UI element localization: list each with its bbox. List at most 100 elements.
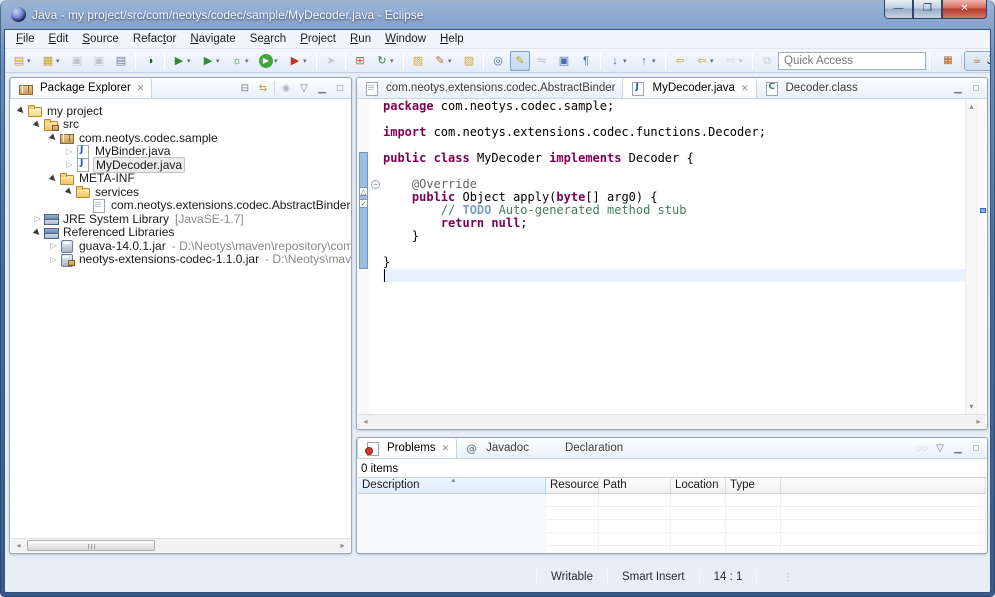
tree-item-my-project[interactable]: ▶my project <box>10 104 351 118</box>
overview-ruler[interactable] <box>978 100 987 414</box>
minimize-editor-icon[interactable]: ▁ <box>951 83 965 94</box>
tree-item-com-neotys-extensions-codec-abstractbinder[interactable]: com.neotys.extensions.codec.AbstractBind… <box>10 199 351 213</box>
code-editor[interactable]: package com.neotys.codec.sample; import c… <box>383 100 965 414</box>
forward-history-button[interactable]: ⇨▾ <box>721 51 748 71</box>
tree-item-neotys-extensions-codec-1-1-0-jar[interactable]: ▷neotys-extensions-codec-1.1.0.jar- D:\N… <box>10 253 351 267</box>
view-tab-javadoc[interactable]: Javadoc <box>457 438 536 458</box>
tree-item-src[interactable]: ▶src <box>10 118 351 132</box>
dropdown-arrow-icon[interactable]: ▾ <box>216 57 223 65</box>
run-button[interactable]: ▶▾ <box>256 51 283 71</box>
block-selection-button[interactable]: ▣ <box>554 51 574 71</box>
dropdown-arrow-icon[interactable]: ▾ <box>274 57 281 65</box>
horizontal-scrollbar[interactable]: ◂ ▸ <box>11 538 350 552</box>
mark-occurrences-button[interactable]: ✎ <box>510 51 530 71</box>
code-line[interactable]: import com.neotys.extensions.codec.funct… <box>383 126 965 139</box>
column-header-description[interactable]: ▴Description <box>358 478 546 493</box>
menu-refactor[interactable]: Refactor <box>126 31 183 47</box>
scroll-left-icon[interactable]: ◂ <box>358 415 373 429</box>
code-line[interactable]: return null; <box>383 217 965 230</box>
new-wizard-button[interactable]: ▤▾ <box>9 51 36 71</box>
override-indicator-icon[interactable]: ✓ <box>359 199 368 208</box>
table-row[interactable] <box>358 546 986 554</box>
dropdown-arrow-icon[interactable]: ▾ <box>710 57 717 65</box>
view-tab-problems[interactable]: Problems✕ <box>357 438 457 458</box>
scroll-left-icon[interactable]: ◂ <box>11 539 26 553</box>
menu-window[interactable]: Window <box>378 31 433 47</box>
occurrence-marker[interactable] <box>980 208 986 213</box>
menu-source[interactable]: Source <box>75 31 125 47</box>
scroll-down-icon[interactable]: ▾ <box>965 400 978 414</box>
dropdown-arrow-icon[interactable]: ▾ <box>56 57 63 65</box>
column-header-type[interactable]: Type <box>726 478 781 493</box>
run-history-button[interactable]: ▶▾ <box>198 51 225 71</box>
neoload-button[interactable]: ◑ <box>140 51 160 71</box>
dropdown-arrow-icon[interactable]: ▾ <box>390 57 397 65</box>
dropdown-arrow-icon[interactable]: ▾ <box>303 57 310 65</box>
code-line[interactable] <box>383 243 965 256</box>
tree-item-com-neotys-codec-sample[interactable]: ▶com.neotys.codec.sample <box>10 131 351 145</box>
debug-button[interactable]: ☼▾ <box>227 51 254 71</box>
dropdown-arrow-icon[interactable]: ▾ <box>739 57 746 65</box>
maximize-view-icon[interactable]: □ <box>969 443 983 454</box>
annotate-button[interactable]: ✎▾ <box>430 51 457 71</box>
tab-package-explorer[interactable]: Package Explorer ✕ <box>10 78 152 98</box>
tree-item-mydecoder-java[interactable]: ▷MyDecoder.java <box>10 158 351 172</box>
close-icon[interactable]: ✕ <box>741 83 749 94</box>
menu-search[interactable]: Search <box>243 31 293 47</box>
close-icon[interactable]: ✕ <box>442 443 450 454</box>
dropdown-arrow-icon[interactable]: ▾ <box>448 57 455 65</box>
code-line[interactable]: package com.neotys.codec.sample; <box>383 100 965 113</box>
folding-ruler[interactable]: − <box>370 100 382 414</box>
drag-handle-icon[interactable]: ⋮ <box>783 572 793 583</box>
annotation-ruler[interactable]: △ ✓ <box>357 100 370 414</box>
java-perspective-button[interactable]: ☕ Java <box>964 51 991 71</box>
restore-button[interactable]: ❐ <box>913 0 942 19</box>
minimize-button[interactable]: — <box>884 0 913 19</box>
open-type-button[interactable]: ⊞ <box>350 51 370 71</box>
menu-project[interactable]: Project <box>293 31 343 47</box>
show-selected-element-button[interactable]: ⇋ <box>532 51 552 71</box>
twistie-closed-icon[interactable]: ▷ <box>64 160 75 169</box>
close-button[interactable]: ✕ <box>942 0 987 19</box>
column-header-location[interactable]: Location <box>671 478 726 493</box>
table-row[interactable] <box>358 507 986 520</box>
quick-access-input[interactable] <box>778 52 926 70</box>
fold-collapse-icon[interactable]: − <box>371 180 380 189</box>
show-whitespace-button[interactable]: ¶ <box>576 51 596 71</box>
menu-edit[interactable]: Edit <box>42 31 76 47</box>
menu-help[interactable]: Help <box>433 31 471 47</box>
open-perspective-button[interactable]: ▦ <box>935 51 961 71</box>
maximize-editor-icon[interactable]: □ <box>969 83 983 94</box>
code-line[interactable]: } <box>383 256 965 269</box>
scroll-right-icon[interactable]: ▸ <box>971 415 986 429</box>
view-menu-icon[interactable]: ▽ <box>297 83 311 94</box>
code-line[interactable]: public class MyDecoder implements Decode… <box>383 152 965 165</box>
save-all-button[interactable]: ▣ <box>89 51 109 71</box>
table-row[interactable] <box>358 533 986 546</box>
scrollbar-thumb[interactable] <box>27 540 155 551</box>
editor-tab-mydecoder-java[interactable]: MyDecoder.java✕ <box>622 78 756 98</box>
new-java-element-button[interactable]: ▦▾ <box>38 51 65 71</box>
implements-indicator-icon[interactable]: △ <box>359 187 368 196</box>
dropdown-arrow-icon[interactable]: ▾ <box>27 57 34 65</box>
column-header-resource[interactable]: Resource <box>546 478 599 493</box>
table-row[interactable] <box>358 520 986 533</box>
dropdown-arrow-icon[interactable]: ▾ <box>245 57 252 65</box>
dropdown-arrow-icon[interactable]: ▾ <box>187 57 194 65</box>
minimize-view-icon[interactable]: ▁ <box>315 83 329 94</box>
link-with-editor-icon[interactable]: ⇆ <box>256 83 270 94</box>
table-row[interactable] <box>358 494 986 507</box>
maximize-view-icon[interactable]: □ <box>333 83 347 94</box>
filters-icon[interactable]: ◌◌ <box>915 443 929 454</box>
editor-horizontal-scrollbar[interactable]: ◂ ▸ <box>358 414 986 428</box>
external-tools-button[interactable]: ▶▾ <box>285 51 312 71</box>
next-annotation-button[interactable]: ↓▾ <box>605 51 632 71</box>
refresh-button[interactable]: ↻▾ <box>372 51 399 71</box>
focus-icon[interactable]: ◉ <box>279 83 293 94</box>
column-header-path[interactable]: Path <box>599 478 671 493</box>
previous-annotation-button[interactable]: ↑▾ <box>634 51 661 71</box>
dropdown-arrow-icon[interactable]: ▾ <box>652 57 659 65</box>
tree-item-jre-system-library[interactable]: ▷JRE System Library[JavaSE-1.7] <box>10 212 351 226</box>
vertical-scrollbar[interactable]: ▴ ▾ <box>965 100 978 414</box>
tree-item-services[interactable]: ▶services <box>10 185 351 199</box>
